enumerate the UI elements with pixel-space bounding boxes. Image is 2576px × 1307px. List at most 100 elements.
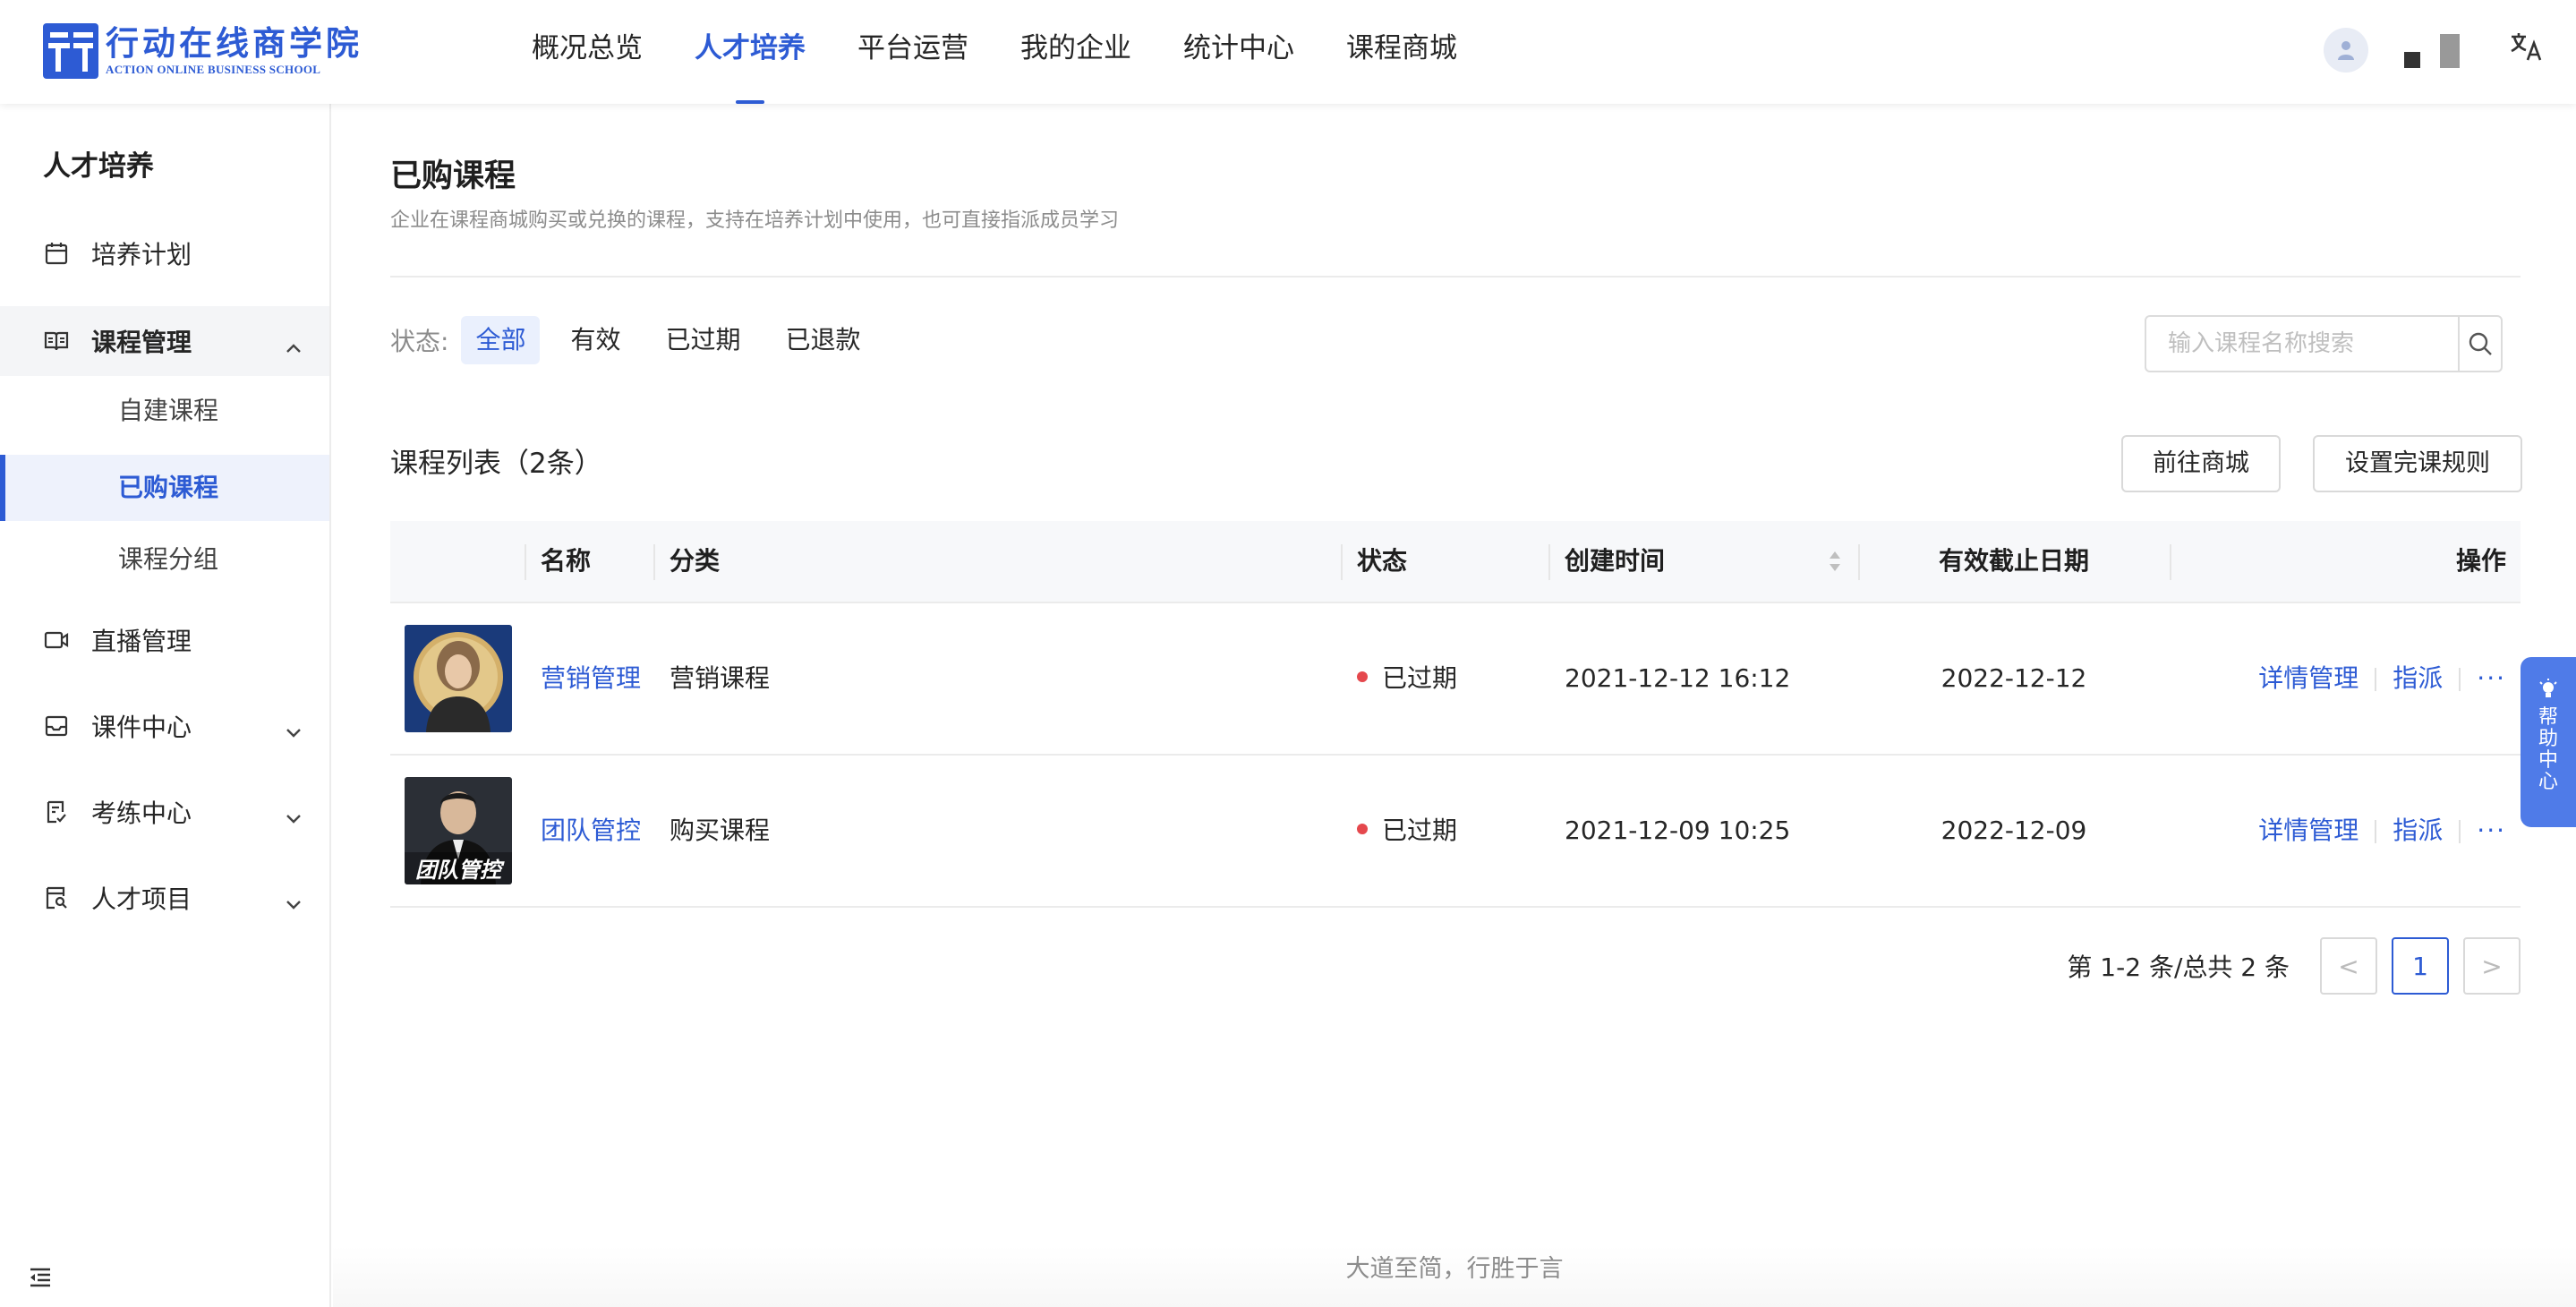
sidebar-item-label: 培养计划 [91,240,192,269]
more-actions-icon[interactable]: ··· [2477,663,2506,693]
status-text: 已过期 [1382,816,1458,845]
course-created-time: 2021-12-12 16:12 [1565,663,1791,693]
search-icon [2469,332,2492,355]
nav-overview[interactable]: 概况总览 [532,0,643,104]
sidebar-subitem-course-groups[interactable]: 课程分组 [0,526,329,593]
sidebar-item-label: 人才项目 [91,884,192,914]
sidebar-item-label: 直播管理 [91,627,192,656]
filter-tab-valid[interactable]: 有效 [556,316,635,364]
goto-store-button[interactable]: 前往商城 [2121,435,2281,492]
lightbulb-icon [2539,679,2557,697]
course-created-time: 2021-12-09 10:25 [1565,816,1791,845]
help-center-label: 帮助中心 [2538,706,2558,793]
search-input[interactable] [2146,317,2458,371]
user-icon [2338,41,2354,60]
thumbnail-caption: 团队管控 [415,858,505,883]
sidebar-item-exam-center[interactable]: 考练中心 [0,777,329,847]
course-name-link[interactable]: 团队管控 [541,756,641,906]
column-header-created: 创建时间 [1565,546,1666,576]
prev-page-button[interactable]: < [2320,937,2377,995]
row-actions: 详情管理 指派 ··· [2258,756,2506,906]
search-button[interactable] [2458,317,2501,371]
assign-link[interactable]: 指派 [2393,816,2443,845]
page-description: 企业在课程商城购买或兑换的课程，支持在培养计划中使用，也可直接指派成员学习 [390,209,1120,232]
page-number-button[interactable]: 1 [2392,937,2449,995]
course-category: 营销课程 [670,663,771,693]
avatar[interactable] [2324,28,2368,73]
status-dot [1357,671,1368,682]
next-page-button[interactable]: > [2463,937,2521,995]
main-content: 已购课程 企业在课程商城购买或兑换的课程，支持在培养计划中使用，也可直接指派成员… [333,104,2576,1307]
project-icon [43,884,70,911]
help-center-button[interactable]: 帮助中心 [2521,657,2576,827]
video-icon [43,627,70,654]
sidebar-item-course-management[interactable]: 课程管理 [0,306,329,376]
chevron-up-icon [285,331,303,361]
row-actions: 详情管理 指派 ··· [2258,603,2506,754]
book-icon [43,328,70,355]
sidebar-item-label: 课件中心 [91,713,192,742]
footer-slogan: 大道至简，行胜于言 [333,1246,2576,1307]
column-header-category: 分类 [670,546,721,576]
chevron-down-icon [285,888,303,918]
sidebar-item-label: 考练中心 [91,799,192,828]
column-header-actions: 操作 [2455,546,2506,576]
sidebar-item-live-management[interactable]: 直播管理 [0,605,329,675]
course-table: 名称 分类 状态 创建时间 有效截止日期 操作 营销管理 营销课程 已过期 20… [390,521,2521,908]
page-title: 已购课程 [390,158,516,194]
course-thumbnail[interactable]: 团队管控 [405,777,512,884]
pagination: 第 1-2 条/总共 2 条 < 1 > [2067,936,2521,995]
sidebar-subitem-purchased[interactable]: 已购课程 [0,455,329,521]
sidebar-item-courseware-center[interactable]: 课件中心 [0,691,329,761]
exam-icon [43,799,70,825]
search-box [2145,315,2503,372]
status-filter: 状态: 全部 有效 已过期 已退款 [390,315,891,365]
course-name-link[interactable]: 营销管理 [541,603,641,754]
column-header-status: 状态 [1357,546,1408,576]
filter-tab-refunded[interactable]: 已退款 [771,316,874,364]
status-text: 已过期 [1382,663,1458,693]
logo-subtitle: ACTION ONLINE BUSINESS SCHOOL [106,63,321,76]
more-actions-icon[interactable]: ··· [2477,816,2506,845]
set-completion-rule-button[interactable]: 设置完课规则 [2313,435,2522,492]
sidebar-item-training-plan[interactable]: 培养计划 [0,218,329,288]
language-switch-icon[interactable] [2510,31,2542,70]
sort-icon[interactable] [1828,550,1842,577]
user-name-masked[interactable] [2404,32,2460,68]
sidebar-item-label: 课程管理 [91,328,192,357]
sidebar-item-talent-project[interactable]: 人才项目 [0,863,329,933]
filter-label: 状态: [390,327,449,356]
collapse-sidebar-icon[interactable] [27,1266,54,1293]
chevron-down-icon [285,716,303,746]
inbox-icon [43,713,70,739]
header-actions [2324,27,2542,73]
sidebar: 人才培养 培养计划 课程管理 自建课程 已购课程 课程分组 直播管理 课件中心 [0,104,331,1307]
pagination-total: 第 1-2 条/总共 2 条 [2067,952,2290,982]
course-thumbnail[interactable] [405,625,512,732]
status-dot [1357,824,1368,834]
logo[interactable]: 行动在线商学院 ACTION ONLINE BUSINESS SCHOOL [43,21,363,81]
course-status: 已过期 [1357,756,1457,906]
nav-my-company[interactable]: 我的企业 [1020,0,1131,104]
course-category: 购买课程 [670,816,771,845]
assign-link[interactable]: 指派 [2393,663,2443,693]
calendar-icon [43,240,70,267]
nav-course-store[interactable]: 课程商城 [1346,0,1457,104]
filter-tab-expired[interactable]: 已过期 [651,316,755,364]
filter-tab-all[interactable]: 全部 [461,316,541,364]
sidebar-title: 人才培养 [43,150,154,183]
course-list-title: 课程列表（2条） [390,448,602,480]
logo-title: 行动在线商学院 [106,24,363,63]
column-header-name: 名称 [541,546,592,576]
detail-manage-link[interactable]: 详情管理 [2258,663,2358,693]
nav-platform-ops[interactable]: 平台运营 [857,0,968,104]
sidebar-subitem-self-built[interactable]: 自建课程 [0,378,329,444]
divider [390,276,2521,278]
course-deadline: 2022-12-09 [1941,816,2087,845]
nav-stats-center[interactable]: 统计中心 [1183,0,1294,104]
course-deadline: 2022-12-12 [1941,663,2087,693]
chevron-down-icon [285,802,303,832]
table-row: 团队管控 团队管控 购买课程 已过期 2021-12-09 10:25 2022… [390,756,2521,908]
nav-talent-training[interactable]: 人才培养 [695,0,806,104]
detail-manage-link[interactable]: 详情管理 [2258,816,2358,845]
